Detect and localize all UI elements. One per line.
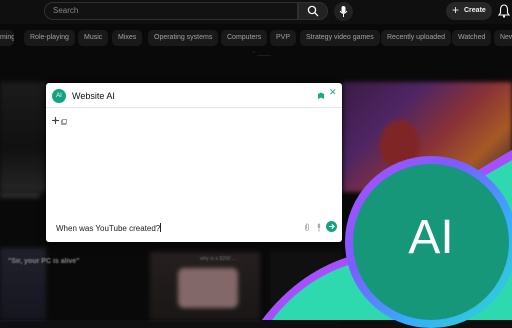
pin-icon[interactable] [317,92,325,100]
close-icon[interactable]: ✕ [329,87,337,98]
avatar: AI [52,89,66,103]
ai-chat-panel: AI Website AI ✕ When was YouTube created… [46,83,342,242]
chat-input[interactable]: When was YouTube created? [56,223,162,233]
chat-input-value: When was YouTube created? [56,224,161,233]
drag-icon[interactable] [52,117,59,124]
ai-badge-label: AI [408,211,454,264]
panel-title: Website AI [72,91,115,101]
panel-header: AI Website AI ✕ [46,83,342,108]
text-caret [160,223,162,232]
send-button[interactable] [326,221,337,232]
copy-icon[interactable] [61,119,67,125]
send-icon [329,223,335,230]
mic-small-icon[interactable] [316,223,322,232]
ai-badge: AI [353,164,509,320]
attach-icon[interactable] [304,223,310,232]
